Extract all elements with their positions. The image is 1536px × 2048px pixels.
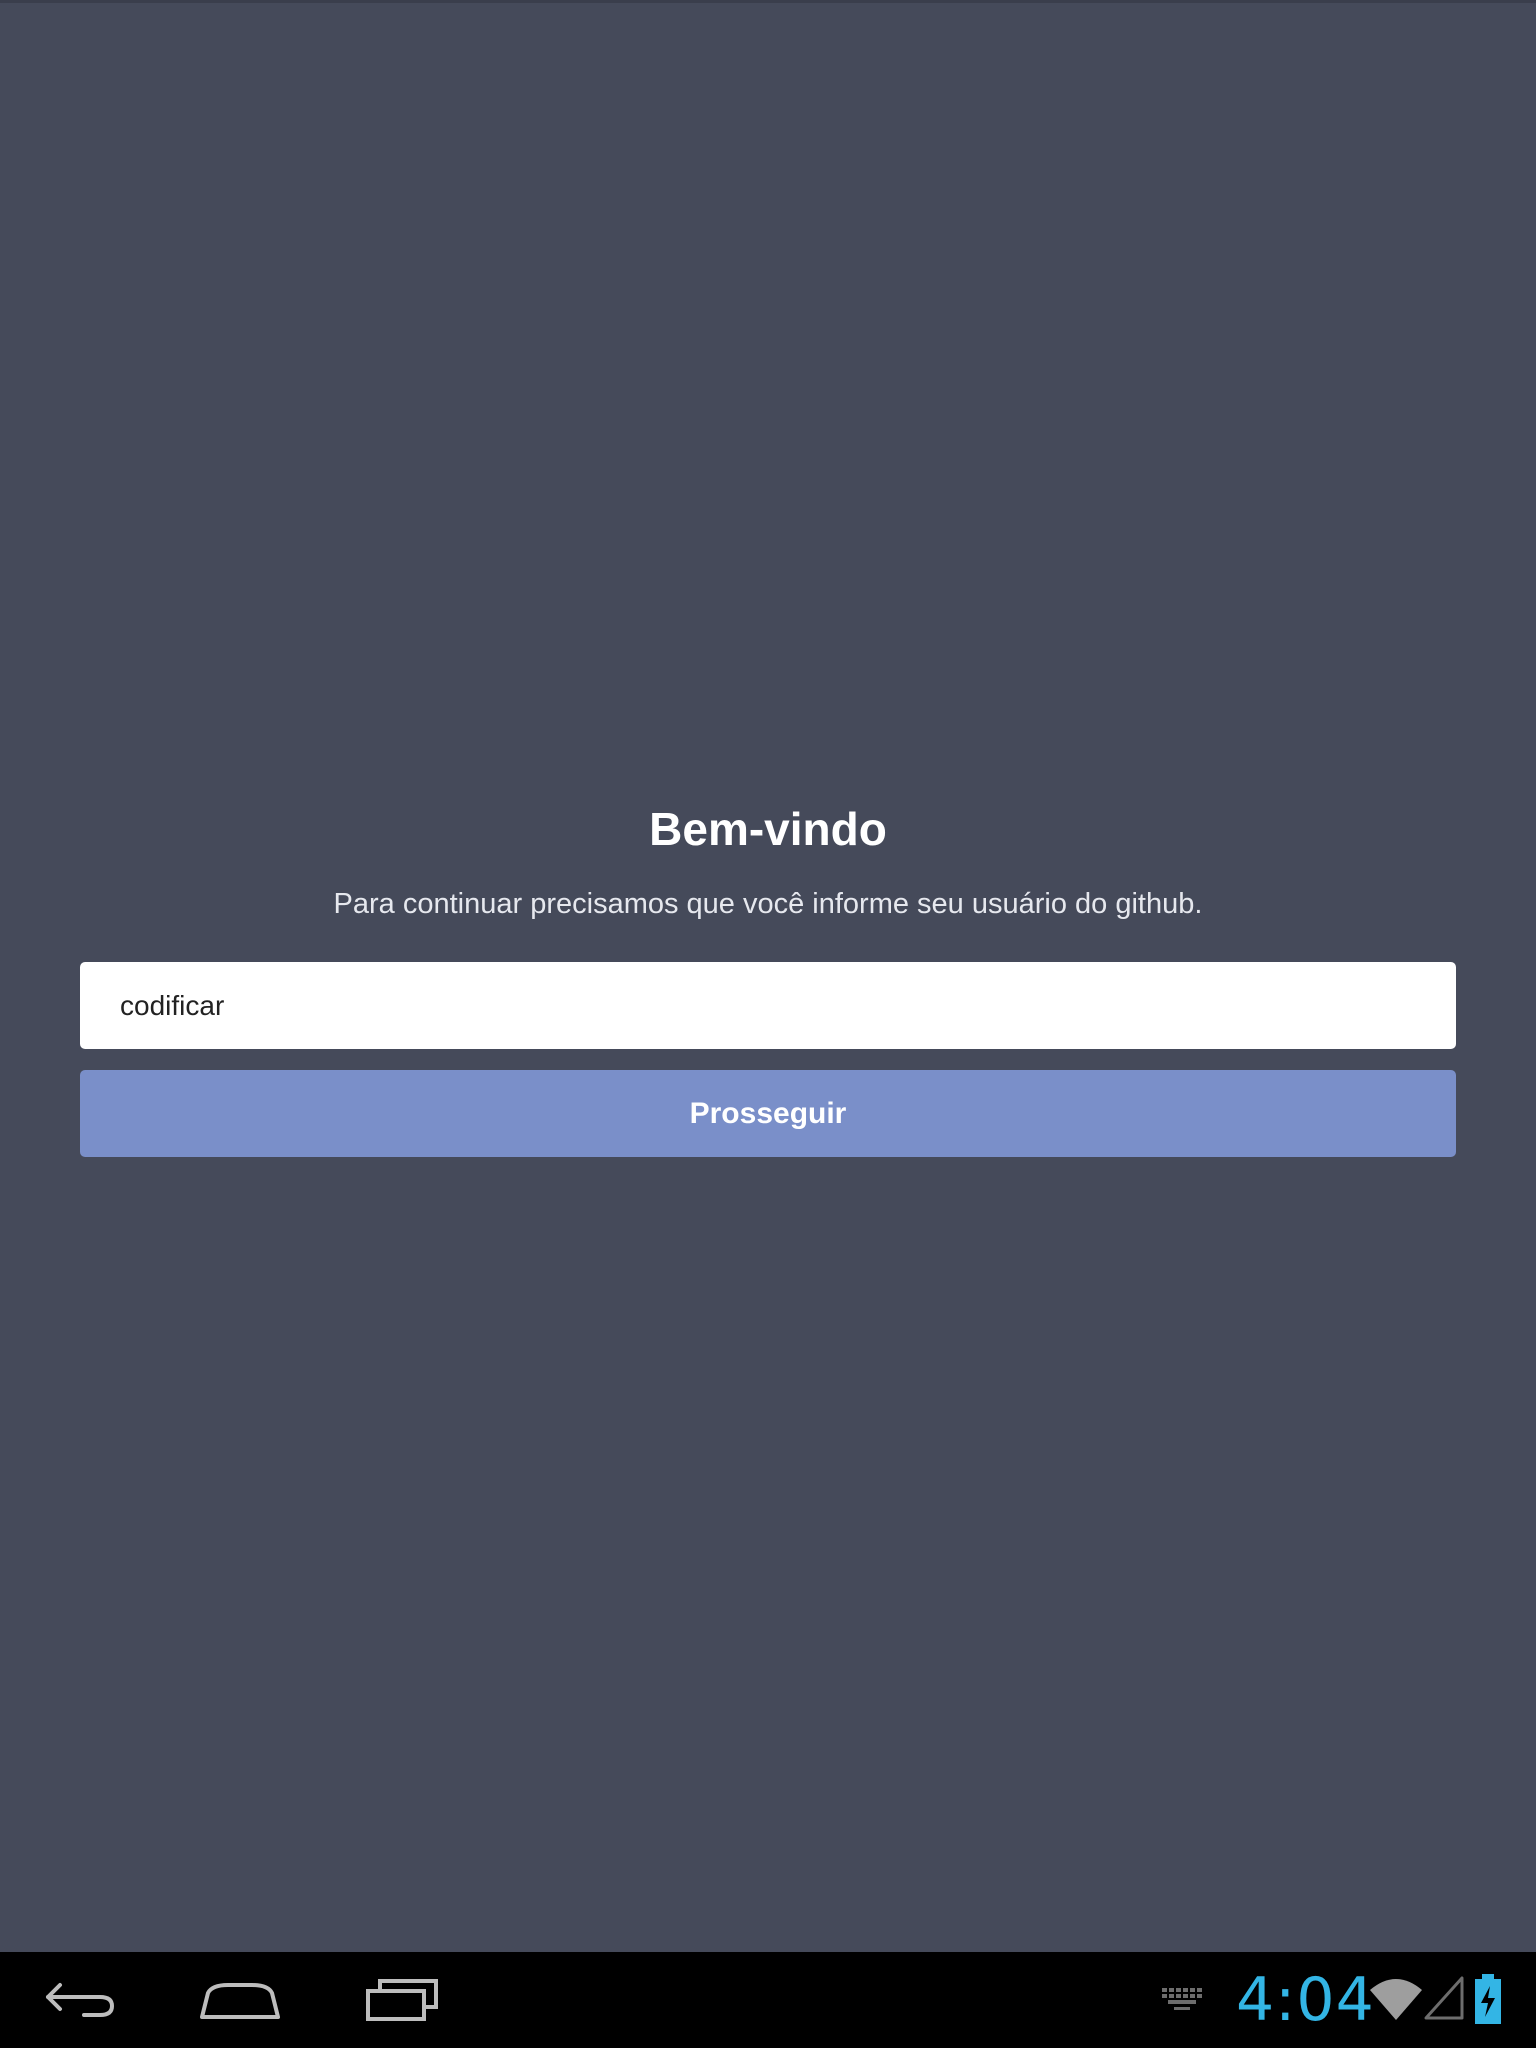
- keyboard-indicator: [1160, 1982, 1204, 2017]
- keyboard-icon: [1162, 1988, 1202, 2010]
- continue-button[interactable]: Prosseguir: [80, 1070, 1456, 1157]
- top-edge-shadow: [0, 0, 1536, 3]
- back-icon: [46, 1983, 115, 2017]
- home-icon: [200, 1983, 280, 2019]
- welcome-subtitle: Para continuar precisamos que você infor…: [333, 888, 1203, 920]
- battery-indicator: [1472, 1972, 1504, 2031]
- cell-signal-icon: [1424, 1976, 1464, 2020]
- battery-charging-icon: [1475, 1974, 1501, 2024]
- status-clock: 4:04: [1236, 1965, 1375, 2035]
- system-navigation-bar: 4:04: [0, 1952, 1536, 2048]
- wifi-icon: [1370, 1979, 1422, 2020]
- cell-signal-indicator: [1424, 1974, 1464, 2027]
- home-button[interactable]: [190, 1966, 290, 2034]
- back-button[interactable]: [30, 1966, 130, 2034]
- screen: Bem-vindo Para continuar precisamos que …: [0, 0, 1536, 2048]
- wifi-indicator: [1368, 1974, 1424, 2027]
- welcome-title: Bem-vindo: [649, 803, 887, 855]
- github-username-input[interactable]: [80, 962, 1456, 1049]
- recent-apps-icon: [366, 1979, 438, 2021]
- recent-apps-button[interactable]: [352, 1966, 452, 2034]
- app-content: Bem-vindo Para continuar precisamos que …: [0, 0, 1536, 1952]
